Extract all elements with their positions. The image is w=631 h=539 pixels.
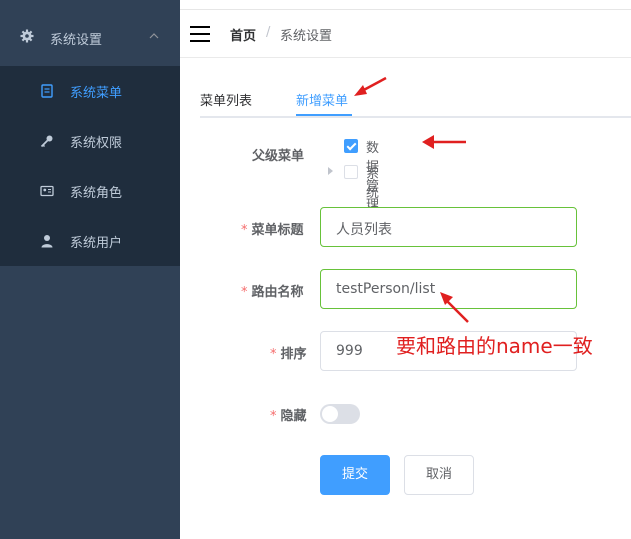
navbar: 首页 / 系统设置	[180, 10, 631, 58]
cancel-button[interactable]: 取消	[404, 455, 474, 495]
breadcrumb-home[interactable]: 首页	[230, 25, 256, 44]
sidebar-item-menu[interactable]: 系统菜单	[0, 66, 180, 116]
hamburger-menu-icon[interactable]	[190, 26, 210, 42]
annotation-arrow-route	[440, 292, 469, 323]
sidebar-item-label: 系统权限	[70, 136, 123, 151]
sidebar-item-label: 系统角色	[70, 186, 123, 201]
route-name-label: * 路由名称	[241, 285, 304, 300]
tab-bar: 菜单列表 新增菜单	[200, 84, 631, 118]
toggle-knob	[322, 406, 338, 422]
sidebar-submenu: 系统菜单 系统权限 系统角色 系统用户	[0, 66, 180, 266]
tree-checkbox[interactable]	[344, 139, 358, 153]
route-name-value: testPerson/list	[336, 281, 436, 297]
parent-menu-label: 父级菜单	[252, 149, 305, 164]
tree-checkbox[interactable]	[344, 165, 358, 179]
sidebar-item-permission[interactable]: 系统权限	[0, 116, 180, 166]
menu-title-input[interactable]: 人员列表	[320, 207, 577, 247]
gear-icon	[20, 29, 34, 43]
sidebar-group-title: 系统设置	[50, 33, 103, 48]
submit-button[interactable]: 提交	[320, 455, 390, 495]
user-icon	[41, 235, 53, 248]
tab-menu-list[interactable]: 菜单列表	[200, 90, 252, 109]
sidebar-item-user[interactable]: 系统用户	[0, 216, 180, 266]
sidebar: 系统设置 系统菜单 系统权限 系统角色 系统用户	[0, 0, 180, 539]
hidden-label: * 隐藏	[270, 409, 307, 424]
sidebar-item-label: 系统菜单	[70, 86, 123, 101]
tab-active-indicator	[296, 114, 352, 116]
annotation-arrow-tab	[354, 76, 387, 96]
document-icon	[41, 84, 53, 98]
caret-right-icon[interactable]	[328, 167, 333, 175]
sidebar-item-label: 系统用户	[70, 236, 123, 251]
order-value: 999	[336, 343, 363, 359]
tab-add-menu[interactable]: 新增菜单	[296, 90, 348, 109]
id-card-icon	[40, 185, 54, 197]
sidebar-group-system-settings[interactable]: 系统设置	[0, 10, 180, 66]
menu-title-label: * 菜单标题	[241, 223, 304, 238]
menu-title-value: 人员列表	[336, 222, 392, 238]
breadcrumb-separator: /	[266, 25, 271, 40]
chevron-up-icon	[149, 33, 159, 39]
order-label: * 排序	[270, 347, 307, 362]
breadcrumb-current: 系统设置	[280, 29, 333, 44]
top-strip	[180, 0, 631, 10]
sidebar-item-role[interactable]: 系统角色	[0, 166, 180, 216]
annotation-arrow-parent	[422, 135, 466, 149]
hidden-toggle[interactable]	[320, 404, 360, 424]
key-icon	[40, 135, 53, 148]
annotation-text: 要和路由的name一致	[396, 334, 593, 358]
